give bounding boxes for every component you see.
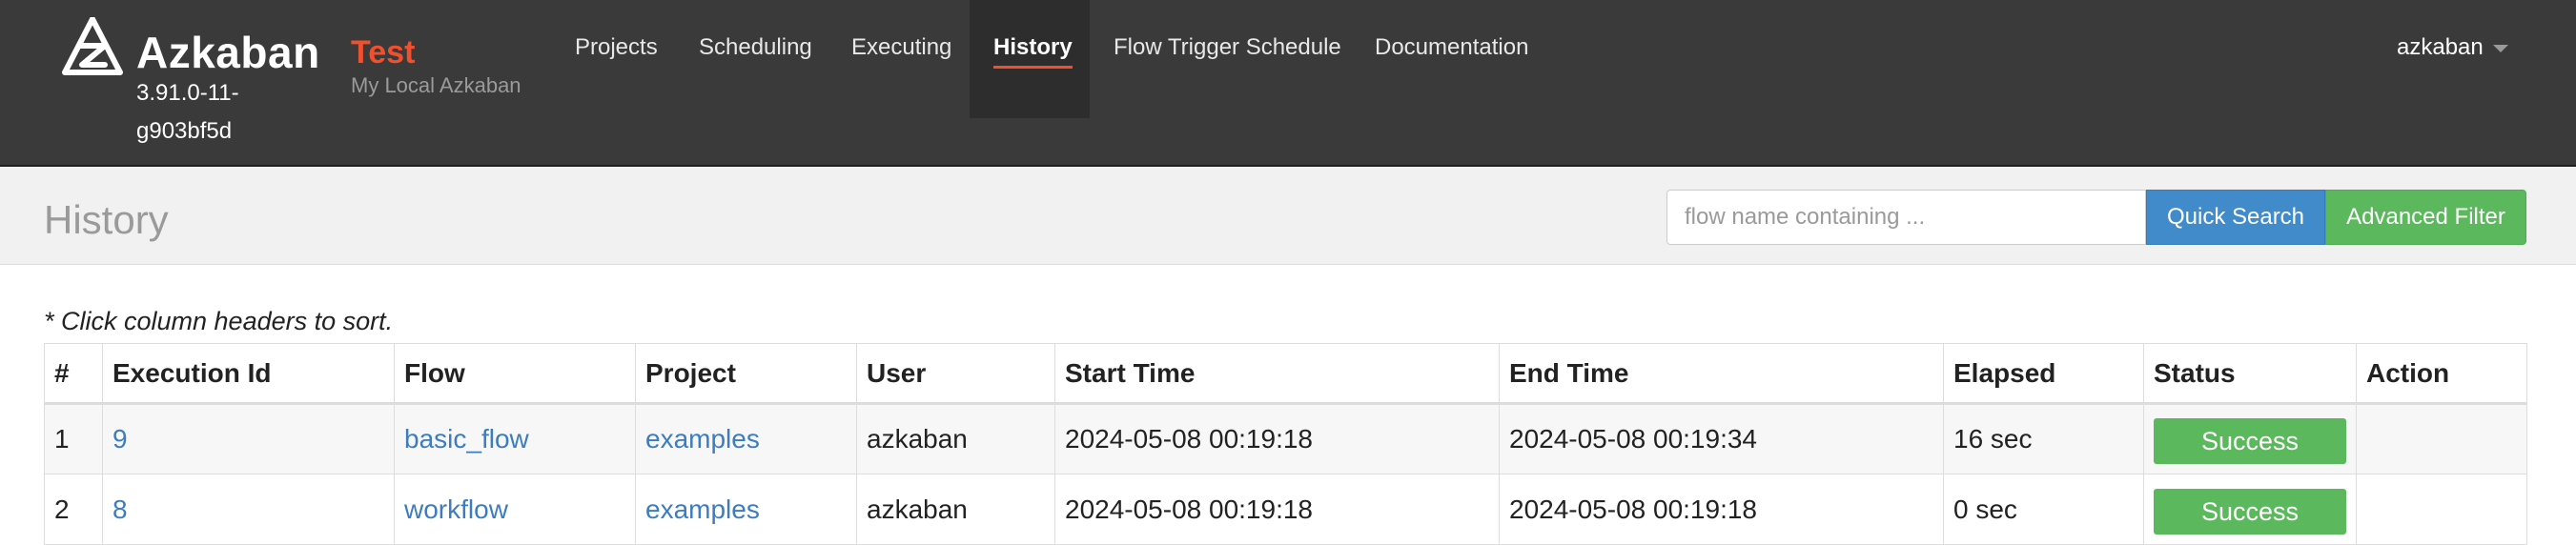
environment-name: Test: [351, 34, 416, 71]
brand-version: 3.91.0-11-g903bf5d: [136, 80, 239, 144]
flow-link[interactable]: workflow: [404, 495, 508, 524]
nav-flow-trigger-schedule[interactable]: Flow Trigger Schedule: [1090, 0, 1353, 118]
user-cell: azkaban: [856, 474, 1055, 545]
quick-search-button[interactable]: Quick Search: [2146, 190, 2325, 245]
execution-id-link[interactable]: 8: [112, 495, 128, 524]
user-menu[interactable]: azkaban: [2397, 34, 2508, 61]
execution-id-cell: 8: [102, 474, 395, 545]
status-cell: Success: [2143, 474, 2357, 545]
action-cell: [2356, 403, 2527, 474]
nav-documentation-label: Documentation: [1375, 34, 1529, 60]
table-row: 2 8 workflow examples azkaban 2024-05-08…: [44, 474, 2527, 545]
history-table: # Execution Id Flow Project User Start T…: [44, 343, 2527, 545]
project-link[interactable]: examples: [645, 424, 760, 454]
nav-scheduling[interactable]: Scheduling: [676, 0, 828, 118]
environment-description: My Local Azkaban: [351, 73, 521, 97]
column-header-flow[interactable]: Flow: [394, 343, 636, 405]
flow-link[interactable]: basic_flow: [404, 424, 529, 454]
end-time-cell: 2024-05-08 00:19:34: [1499, 403, 1944, 474]
azkaban-logo-icon[interactable]: [61, 17, 124, 76]
row-index: 1: [44, 403, 103, 474]
column-header-start-time[interactable]: Start Time: [1054, 343, 1500, 405]
nav-history-label: History: [993, 34, 1073, 69]
project-cell: examples: [635, 403, 857, 474]
column-header-elapsed[interactable]: Elapsed: [1943, 343, 2144, 405]
elapsed-cell: 0 sec: [1943, 474, 2144, 545]
start-time-cell: 2024-05-08 00:19:18: [1054, 474, 1500, 545]
execution-id-cell: 9: [102, 403, 395, 474]
project-cell: examples: [635, 474, 857, 545]
page-header: History Quick Search Advanced Filter: [0, 167, 2576, 265]
column-header-project[interactable]: Project: [635, 343, 857, 405]
project-link[interactable]: examples: [645, 495, 760, 524]
column-header-status[interactable]: Status: [2143, 343, 2357, 405]
column-header-user[interactable]: User: [856, 343, 1055, 405]
column-header-end-time[interactable]: End Time: [1499, 343, 1944, 405]
nav-documentation[interactable]: Documentation: [1353, 0, 1563, 118]
nav-executing-label: Executing: [851, 34, 952, 60]
search-input[interactable]: [1666, 190, 2146, 245]
table-header-row: # Execution Id Flow Project User Start T…: [44, 343, 2527, 405]
end-time-cell: 2024-05-08 00:19:18: [1499, 474, 1944, 545]
nav-scheduling-label: Scheduling: [699, 34, 812, 60]
flow-cell: workflow: [394, 474, 636, 545]
nav-executing[interactable]: Executing: [828, 0, 970, 118]
flow-cell: basic_flow: [394, 403, 636, 474]
user-cell: azkaban: [856, 403, 1055, 474]
caret-down-icon: [2492, 44, 2508, 52]
user-name: azkaban: [2397, 34, 2484, 60]
nav-projects-label: Projects: [575, 34, 658, 60]
elapsed-cell: 16 sec: [1943, 403, 2144, 474]
row-index: 2: [44, 474, 103, 545]
column-header-action[interactable]: Action: [2356, 343, 2527, 405]
page-title: History: [44, 197, 169, 242]
brand-name[interactable]: Azkaban: [136, 27, 320, 78]
status-badge: Success: [2154, 418, 2346, 464]
advanced-filter-button[interactable]: Advanced Filter: [2325, 190, 2526, 245]
nav-history[interactable]: History: [970, 0, 1090, 118]
top-navbar: Azkaban 3.91.0-11-g903bf5d Test My Local…: [0, 0, 2576, 167]
nav-projects[interactable]: Projects: [552, 0, 676, 118]
status-badge: Success: [2154, 488, 2346, 535]
column-header-execution-id[interactable]: Execution Id: [102, 343, 395, 405]
nav-flow-trigger-schedule-label: Flow Trigger Schedule: [1114, 34, 1341, 60]
action-cell: [2356, 474, 2527, 545]
execution-id-link[interactable]: 9: [112, 424, 128, 454]
column-header-index[interactable]: #: [44, 343, 103, 405]
start-time-cell: 2024-05-08 00:19:18: [1054, 403, 1500, 474]
table-row: 1 9 basic_flow examples azkaban 2024-05-…: [44, 403, 2527, 474]
sort-hint: * Click column headers to sort.: [44, 307, 394, 335]
status-cell: Success: [2143, 403, 2357, 474]
